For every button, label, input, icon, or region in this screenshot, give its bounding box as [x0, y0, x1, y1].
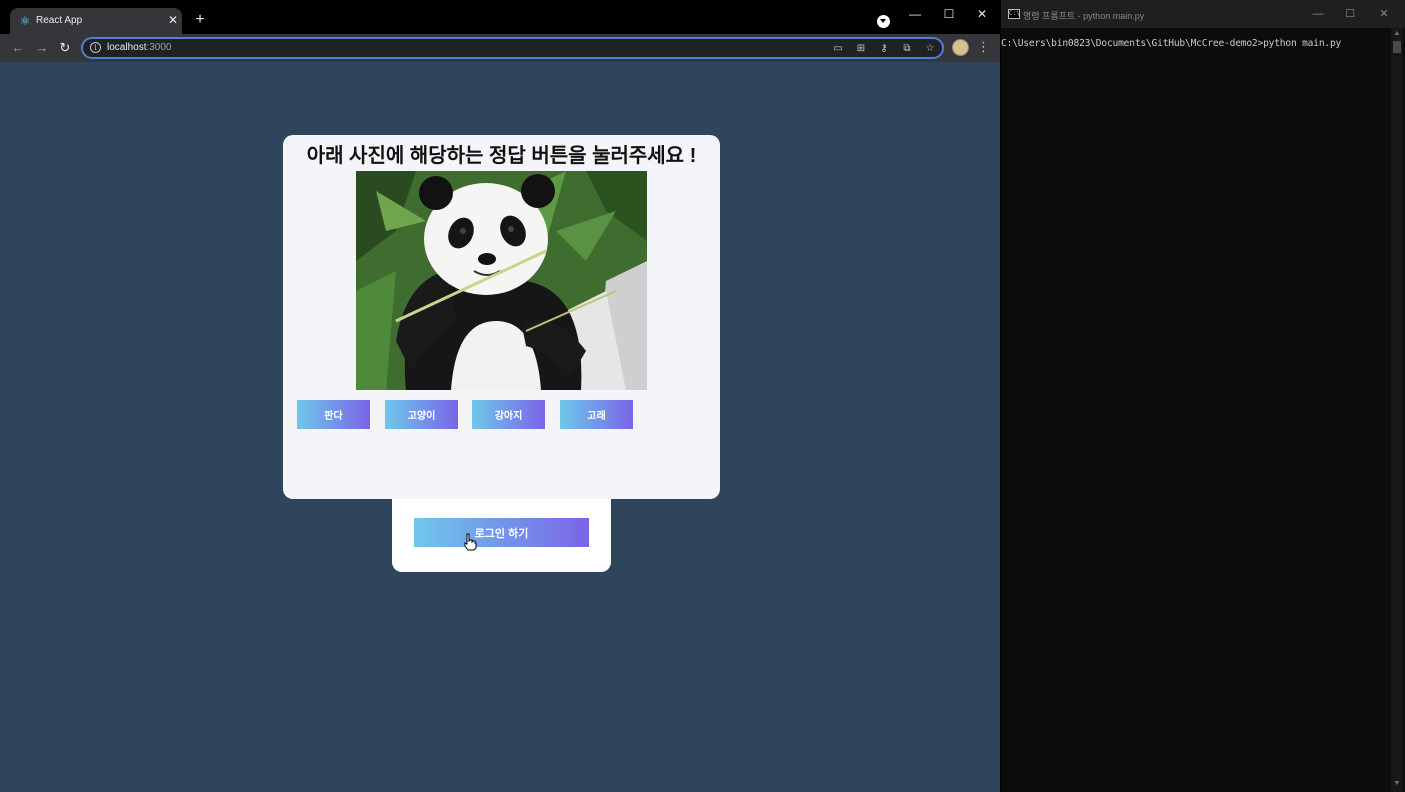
- tab-search-icon[interactable]: [877, 15, 890, 28]
- browser-window: ⚛ React App ✕ + — ☐ ✕ ← → ↻ i localhost:…: [0, 0, 1000, 792]
- profile-avatar[interactable]: [952, 39, 969, 56]
- cast-icon[interactable]: ▭: [831, 42, 845, 56]
- answer-button-cat[interactable]: 고양이: [385, 400, 458, 429]
- address-bar[interactable]: i localhost:3000 ▭ ⊞ ⚷ ⧉ ☆: [81, 37, 944, 59]
- key-icon[interactable]: ⚷: [877, 42, 891, 56]
- forward-arrow-icon[interactable]: →: [34, 40, 50, 56]
- panda-photo: [356, 171, 647, 390]
- reload-icon[interactable]: ↻: [57, 40, 73, 56]
- cmd-app-icon: C:\: [1008, 9, 1020, 19]
- minimize-icon[interactable]: —: [905, 6, 925, 22]
- login-button[interactable]: 로그인 하기: [414, 518, 589, 547]
- tab-react-app[interactable]: ⚛ React App ✕: [10, 8, 182, 34]
- tab-title: React App: [36, 15, 83, 26]
- terminal-command-line: C:\Users\bin0823\Documents\GitHub\McCree…: [1001, 38, 1342, 49]
- terminal-titlebar: C:\ 명령 프롬프트 - python main.py — ☐ ✕: [1001, 0, 1405, 28]
- answer-button-whale[interactable]: 고래: [560, 400, 633, 429]
- url-host: localhost: [107, 42, 147, 53]
- translate-icon[interactable]: ⧉: [900, 42, 914, 56]
- scroll-up-icon[interactable]: ▲: [1392, 30, 1402, 38]
- panda-illustration: [356, 171, 647, 390]
- terminal-scrollbar[interactable]: ▲ ▼: [1391, 28, 1403, 792]
- captcha-card: 아래 사진에 해당하는 정답 버튼을 눌러주세요 ! 판다 고양이 강아지 고래: [283, 135, 720, 499]
- maximize-icon[interactable]: ☐: [939, 6, 959, 22]
- terminal-maximize-icon[interactable]: ☐: [1342, 7, 1358, 21]
- answer-button-panda[interactable]: 판다: [297, 400, 370, 429]
- scroll-thumb[interactable]: [1393, 41, 1401, 53]
- browser-toolbar: ← → ↻ i localhost:3000 ▭ ⊞ ⚷ ⧉ ☆ ⋮: [0, 34, 1000, 62]
- tab-strip: ⚛ React App ✕ + — ☐ ✕: [0, 0, 1000, 34]
- terminal-window: C:\ 명령 프롬프트 - python main.py — ☐ ✕ C:\Us…: [1001, 0, 1405, 792]
- close-window-icon[interactable]: ✕: [972, 6, 992, 22]
- terminal-minimize-icon[interactable]: —: [1310, 7, 1326, 21]
- back-arrow-icon[interactable]: ←: [10, 40, 26, 56]
- scroll-down-icon[interactable]: ▼: [1392, 780, 1402, 788]
- react-favicon-icon: ⚛: [19, 14, 31, 28]
- terminal-title: 명령 프롬프트 - python main.py: [1023, 11, 1145, 21]
- page-viewport: 로그인 하기 아래 사진에 해당하는 정답 버튼을 눌러주세요 !: [0, 62, 1000, 792]
- answer-button-dog[interactable]: 강아지: [472, 400, 545, 429]
- site-info-icon[interactable]: i: [90, 42, 101, 53]
- tab-close-icon[interactable]: ✕: [166, 13, 180, 27]
- captcha-title: 아래 사진에 해당하는 정답 버튼을 눌러주세요 !: [306, 145, 697, 167]
- terminal-close-icon[interactable]: ✕: [1376, 7, 1392, 21]
- more-menu-icon[interactable]: ⋮: [977, 39, 990, 55]
- bookmark-star-icon[interactable]: ☆: [923, 42, 937, 56]
- url-text[interactable]: localhost:3000: [107, 42, 172, 53]
- hand-cursor-icon: [464, 533, 477, 551]
- new-tab-icon[interactable]: +: [192, 12, 208, 28]
- qr-code-icon[interactable]: ⊞: [854, 42, 868, 56]
- url-port: :3000: [146, 42, 172, 53]
